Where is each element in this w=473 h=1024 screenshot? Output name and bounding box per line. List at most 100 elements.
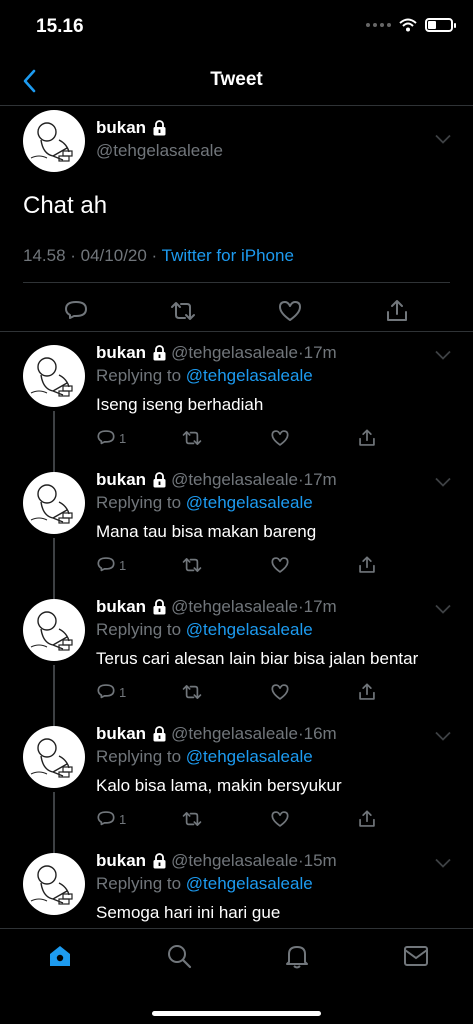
reply-tweet[interactable]: bukan @tehgelasaleale ·17m Replying to @teh… bbox=[0, 587, 473, 726]
tweet-timestamp: 14.58 · 04/10/20 · bbox=[23, 246, 162, 265]
avatar[interactable] bbox=[23, 853, 85, 915]
chevron-down-icon[interactable] bbox=[435, 350, 451, 360]
status-bar: 15.16 bbox=[0, 0, 473, 56]
reply-icon bbox=[97, 811, 115, 826]
lock-icon bbox=[153, 120, 166, 136]
messages-icon bbox=[404, 946, 428, 966]
avatar[interactable] bbox=[23, 726, 85, 788]
avatar[interactable] bbox=[23, 345, 85, 407]
retweet-button[interactable] bbox=[182, 681, 202, 703]
nav-search[interactable] bbox=[164, 941, 194, 971]
like-button[interactable] bbox=[270, 808, 290, 830]
avatar[interactable] bbox=[23, 110, 85, 172]
like-button[interactable] bbox=[270, 681, 290, 703]
reply-tweet[interactable]: bukan @tehgelasaleale ·17m Replying to @teh… bbox=[0, 333, 473, 472]
reply-time: ·17m bbox=[297, 343, 337, 362]
search-icon bbox=[168, 945, 192, 969]
reply-actions: 1 bbox=[96, 808, 396, 832]
share-button[interactable] bbox=[357, 681, 377, 703]
reply-count: 1 bbox=[119, 557, 127, 573]
author-handle: @tehgelasaleale bbox=[171, 724, 298, 743]
replying-to-label: Replying to bbox=[96, 874, 186, 893]
reply-button[interactable]: 1 bbox=[96, 681, 126, 703]
reply-button[interactable]: 1 bbox=[96, 427, 126, 449]
retweet-button[interactable] bbox=[182, 427, 202, 449]
author-name[interactable]: bukan bbox=[96, 851, 146, 871]
reply-text: Iseng iseng berhadiah bbox=[96, 395, 264, 414]
reply-header: bukan @tehgelasaleale ·15m bbox=[96, 851, 337, 871]
reply-header: bukan @tehgelasaleale ·17m bbox=[96, 470, 337, 490]
replying-to-link[interactable]: @tehgelasaleale bbox=[186, 874, 313, 893]
tweet-actions bbox=[0, 292, 473, 332]
reply-header: bukan @tehgelasaleale ·17m bbox=[96, 343, 337, 363]
share-button[interactable] bbox=[357, 554, 377, 576]
nav-notifications[interactable] bbox=[282, 941, 312, 971]
like-icon bbox=[271, 811, 289, 827]
chevron-down-icon[interactable] bbox=[435, 477, 451, 487]
lock-icon bbox=[153, 472, 166, 488]
retweet-icon[interactable] bbox=[170, 298, 196, 324]
replying-to-link[interactable]: @tehgelasaleale bbox=[186, 620, 313, 639]
like-icon bbox=[271, 430, 289, 446]
reply-icon[interactable] bbox=[63, 298, 89, 324]
reply-time: ·16m bbox=[297, 724, 337, 743]
reply-time: ·17m bbox=[297, 470, 337, 489]
nav-messages[interactable] bbox=[401, 941, 431, 971]
chevron-down-icon[interactable] bbox=[435, 134, 451, 144]
author-name[interactable]: bukan bbox=[96, 343, 146, 363]
replying-to: Replying to @tehgelasaleale bbox=[96, 620, 313, 640]
reply-text: Terus cari alesan lain biar bisa jalan b… bbox=[96, 649, 419, 668]
author-name[interactable]: bukan bbox=[96, 724, 146, 744]
author-name[interactable]: bukan bbox=[96, 118, 167, 138]
replying-to: Replying to @tehgelasaleale bbox=[96, 747, 313, 767]
share-icon[interactable] bbox=[384, 298, 410, 324]
retweet-button[interactable] bbox=[182, 808, 202, 830]
share-icon bbox=[359, 683, 375, 700]
cellular-signal-icon bbox=[366, 23, 391, 27]
like-button[interactable] bbox=[270, 554, 290, 576]
tweet-meta: 14.58 · 04/10/20 · Twitter for iPhone bbox=[23, 246, 294, 266]
retweet-icon bbox=[182, 685, 202, 699]
author-name[interactable]: bukan bbox=[96, 470, 146, 490]
reply-header: bukan @tehgelasaleale ·17m bbox=[96, 597, 337, 617]
avatar[interactable] bbox=[23, 472, 85, 534]
reply-button[interactable]: 1 bbox=[96, 554, 126, 576]
share-button[interactable] bbox=[357, 808, 377, 830]
reply-tweet[interactable]: bukan @tehgelasaleale ·16m Replying to @teh… bbox=[0, 714, 473, 853]
lock-icon bbox=[153, 599, 166, 615]
like-icon[interactable] bbox=[277, 298, 303, 324]
reply-icon bbox=[97, 557, 115, 572]
author-handle: @tehgelasaleale bbox=[171, 470, 298, 489]
replying-to-link[interactable]: @tehgelasaleale bbox=[186, 747, 313, 766]
page-title: Tweet bbox=[210, 69, 263, 90]
nav-home[interactable] bbox=[45, 941, 75, 971]
reply-button[interactable]: 1 bbox=[96, 808, 126, 830]
lock-icon bbox=[153, 726, 166, 742]
replying-to-link[interactable]: @tehgelasaleale bbox=[186, 366, 313, 385]
reply-actions: 1 bbox=[96, 554, 396, 578]
replying-to-link[interactable]: @tehgelasaleale bbox=[186, 493, 313, 512]
reply-tweet[interactable]: bukan @tehgelasaleale ·17m Replying to @teh… bbox=[0, 460, 473, 599]
author-name[interactable]: bukan bbox=[96, 597, 146, 617]
replying-to-label: Replying to bbox=[96, 747, 186, 766]
chevron-down-icon[interactable] bbox=[435, 731, 451, 741]
replying-to-label: Replying to bbox=[96, 620, 186, 639]
share-button[interactable] bbox=[357, 427, 377, 449]
avatar-illustration bbox=[30, 865, 73, 905]
status-time: 15.16 bbox=[36, 16, 84, 37]
avatar[interactable] bbox=[23, 599, 85, 661]
main-tweet[interactable]: bukan @tehgelasaleale Chat ah 14.58 · 04… bbox=[0, 106, 473, 332]
notifications-icon bbox=[286, 946, 308, 969]
like-icon bbox=[271, 557, 289, 573]
author-name-text: bukan bbox=[96, 118, 147, 137]
home-icon bbox=[50, 946, 70, 966]
replying-to-label: Replying to bbox=[96, 366, 186, 385]
like-button[interactable] bbox=[270, 427, 290, 449]
chevron-down-icon[interactable] bbox=[435, 604, 451, 614]
reply-actions: 1 bbox=[96, 681, 396, 705]
chevron-down-icon[interactable] bbox=[435, 858, 451, 868]
battery-icon bbox=[425, 18, 456, 32]
retweet-button[interactable] bbox=[182, 554, 202, 576]
tweet-source-link[interactable]: Twitter for iPhone bbox=[162, 246, 294, 265]
avatar-illustration bbox=[30, 357, 73, 397]
